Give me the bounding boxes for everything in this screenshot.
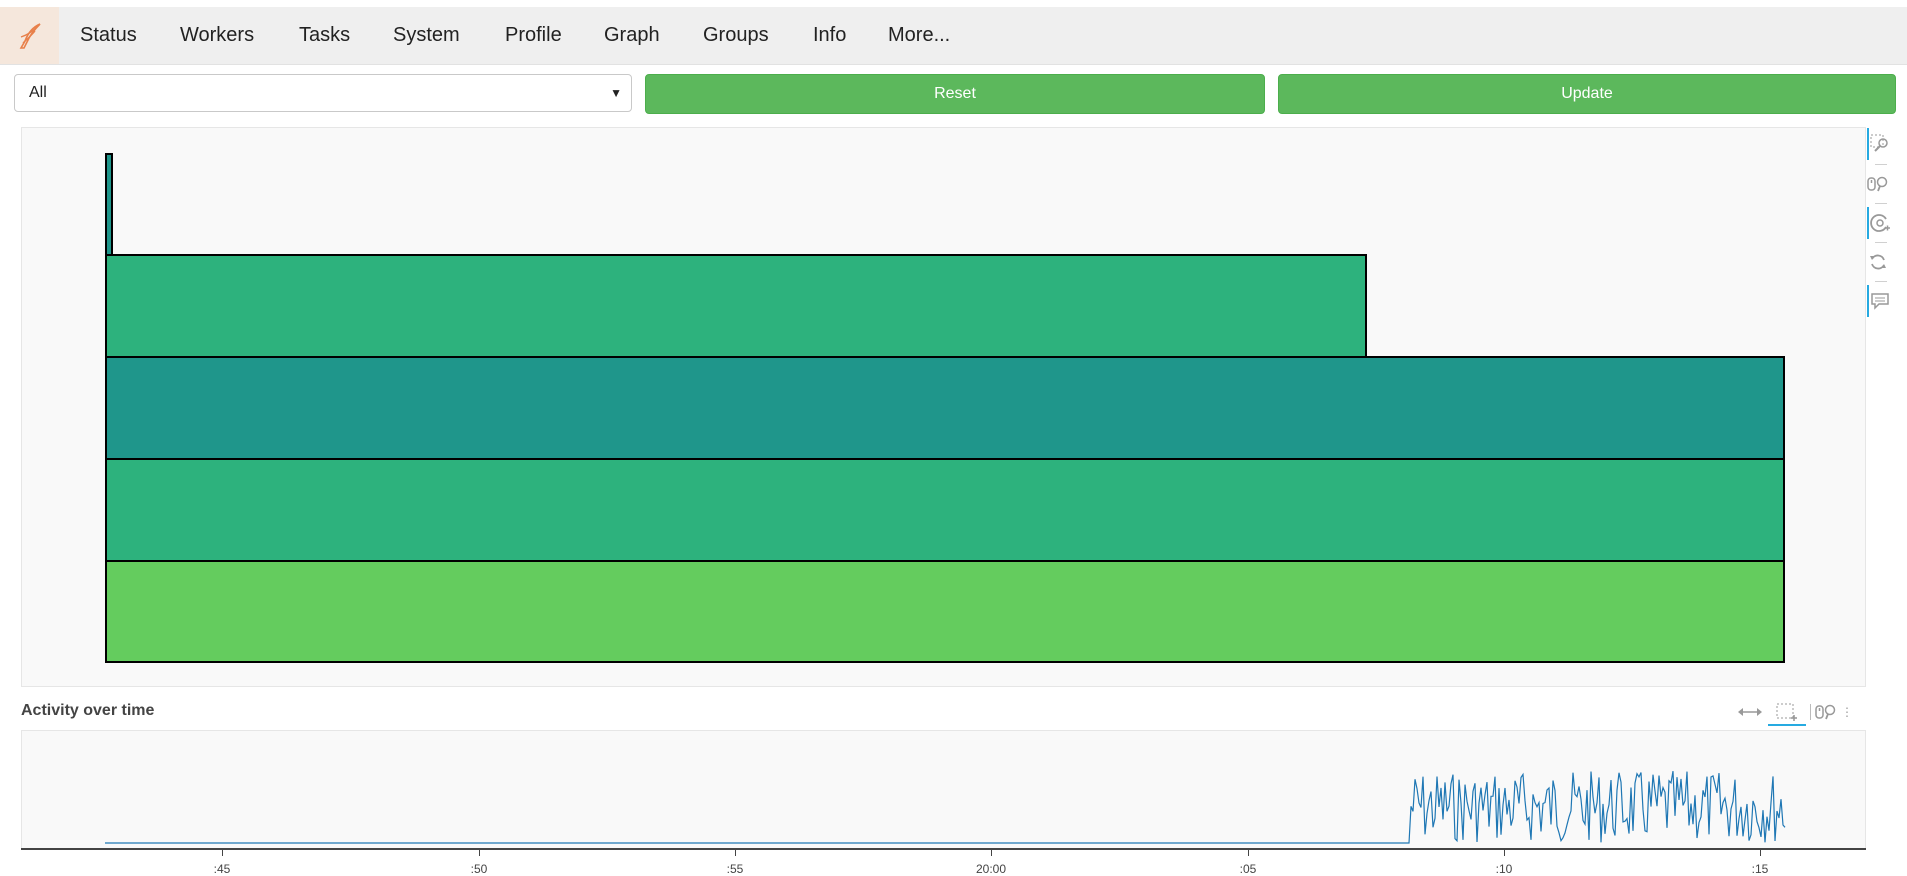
wheel-zoom-icon[interactable] [1867, 168, 1889, 200]
app-logo-icon[interactable] [0, 7, 59, 64]
profile-bar[interactable] [105, 560, 1785, 663]
filter-select-value: All [29, 84, 47, 101]
toolbar-divider [1875, 203, 1887, 204]
toolbar-divider [1808, 700, 1812, 724]
nav-tasks[interactable]: Tasks [299, 7, 350, 64]
reset-view-icon[interactable] [1867, 207, 1891, 239]
box-select-icon[interactable] [1768, 700, 1806, 726]
nav-graph[interactable]: Graph [604, 7, 660, 64]
profile-bar[interactable] [105, 254, 1367, 358]
box-zoom-icon[interactable] [1867, 128, 1891, 160]
x-axis-tick-label: 20:00 [975, 862, 1007, 876]
nav-profile[interactable]: Profile [505, 7, 562, 64]
x-axis-tick-label: :05 [1239, 862, 1257, 876]
x-axis-tick-label: :50 [470, 862, 488, 876]
profile-bar[interactable] [105, 458, 1785, 562]
x-axis-tick [735, 850, 736, 856]
profile-bar[interactable] [105, 153, 113, 256]
update-button[interactable]: Update [1278, 74, 1896, 114]
x-axis-tick-label: :55 [726, 862, 744, 876]
nav-more[interactable]: More... [888, 7, 950, 64]
profile-plot[interactable] [21, 127, 1866, 687]
x-axis-tick-label: :10 [1495, 862, 1513, 876]
more-tools-icon[interactable]: ⋮ [1841, 700, 1853, 724]
top-navbar: Status Workers Tasks System Profile Grap… [0, 7, 1907, 65]
pan-icon[interactable] [1737, 700, 1763, 724]
nav-system[interactable]: System [393, 7, 460, 64]
x-axis-tick [479, 850, 480, 856]
toolbar-divider [1875, 281, 1887, 282]
x-axis [21, 848, 1866, 850]
toolbar-divider [1875, 164, 1887, 165]
filter-select[interactable]: All ▼ [14, 74, 632, 112]
x-axis-tick-label: :15 [1751, 862, 1769, 876]
reset-button[interactable]: Reset [645, 74, 1265, 114]
activity-line-chart [105, 770, 1786, 844]
x-axis-tick-label: :45 [213, 862, 231, 876]
wheel-zoom-icon[interactable] [1814, 700, 1840, 724]
activity-plot[interactable] [21, 730, 1866, 850]
hover-tooltip-icon[interactable] [1867, 285, 1891, 317]
profile-bar[interactable] [105, 356, 1785, 460]
x-axis-tick [222, 850, 223, 856]
nav-info[interactable]: Info [813, 7, 846, 64]
x-axis-tick [1248, 850, 1249, 856]
nav-status[interactable]: Status [80, 7, 137, 64]
refresh-icon[interactable] [1867, 246, 1889, 278]
nav-workers[interactable]: Workers [180, 7, 254, 64]
dropdown-arrow-icon: ▼ [610, 86, 622, 100]
toolbar-divider [1875, 242, 1887, 243]
x-axis-tick [1760, 850, 1761, 856]
activity-title: Activity over time [21, 702, 155, 719]
x-axis-tick [1504, 850, 1505, 856]
x-axis-tick [991, 850, 992, 856]
nav-groups[interactable]: Groups [703, 7, 769, 64]
